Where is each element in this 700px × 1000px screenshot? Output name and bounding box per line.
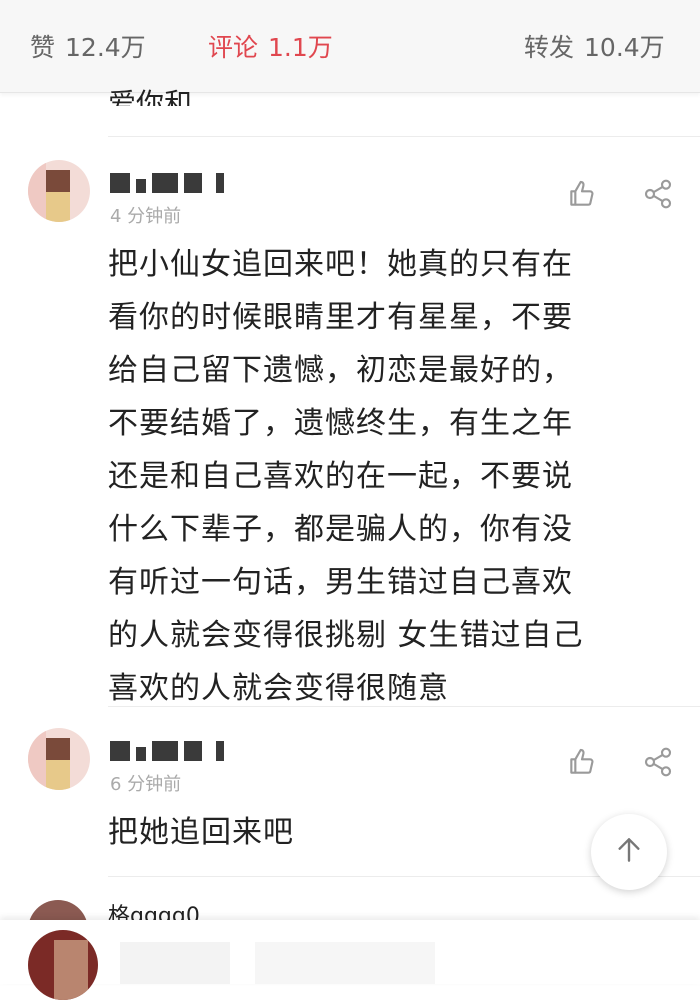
tab-comments[interactable]: 评论 1.1万: [208, 28, 333, 64]
stats-tab-bar: 赞 12.4万 评论 1.1万 转发 10.4万: [0, 0, 700, 93]
comment-time: 6 分钟前: [110, 774, 182, 795]
comment-line: 喜欢的人就会变得很随意: [108, 671, 449, 706]
tab-likes-count: 12.4万: [65, 33, 146, 62]
comment-line: 不要结婚了，遗憾终生，有生之年: [108, 406, 573, 441]
tab-comments-label: 评论: [208, 33, 259, 62]
avatar[interactable]: [28, 900, 88, 920]
blurred-region: [255, 942, 435, 984]
avatar[interactable]: [28, 160, 90, 222]
comment-divider: [108, 706, 700, 707]
tab-shares-count: 10.4万: [584, 33, 665, 62]
bottom-bar: [0, 920, 700, 1000]
share-icon[interactable]: [642, 178, 674, 210]
comment-line: 给自己留下遗憾，初恋是最好的，: [108, 353, 573, 388]
avatar[interactable]: [28, 930, 98, 1000]
tab-shares-label: 转发: [524, 33, 575, 62]
comment-line: 有听过一句话，男生错过自己喜欢: [108, 565, 573, 600]
comment-line: 看你的时候眼睛里才有星星，不要: [108, 300, 573, 335]
arrow-up-icon: [613, 834, 645, 870]
username-redacted[interactable]: [110, 740, 224, 762]
comment-time: 4 分钟前: [110, 206, 182, 227]
thumbs-up-icon[interactable]: [566, 746, 598, 778]
thumbs-up-icon[interactable]: [566, 178, 598, 210]
comment-line: 还是和自己喜欢的在一起，不要说: [108, 459, 573, 494]
comment-content: 把她追回来吧: [108, 806, 668, 859]
tab-likes[interactable]: 赞 12.4万: [30, 28, 146, 64]
share-icon[interactable]: [642, 746, 674, 778]
tab-shares[interactable]: 转发 10.4万: [524, 28, 665, 64]
previous-comment-text: 爱你和: [108, 87, 193, 106]
comment-content: 把小仙女追回来吧！她真的只有在 看你的时候眼睛里才有星星，不要 给自己留下遗憾，…: [108, 238, 668, 715]
comment-line: 的人就会变得很挑剔 女生错过自己: [108, 618, 584, 653]
comment-line: 把小仙女追回来吧！她真的只有在: [108, 247, 573, 282]
scroll-to-top-button[interactable]: [591, 814, 667, 890]
blurred-region: [120, 942, 230, 984]
tab-comments-count: 1.1万: [268, 33, 333, 62]
avatar[interactable]: [28, 728, 90, 790]
comment-line: 把她追回来吧: [108, 815, 294, 850]
comment-line: 什么下辈子，都是骗人的，你有没: [108, 512, 573, 547]
tab-likes-label: 赞: [30, 33, 56, 62]
comment-divider: [108, 136, 700, 137]
username-redacted[interactable]: [110, 172, 224, 194]
next-comment-username[interactable]: 格gggg0: [108, 900, 200, 920]
